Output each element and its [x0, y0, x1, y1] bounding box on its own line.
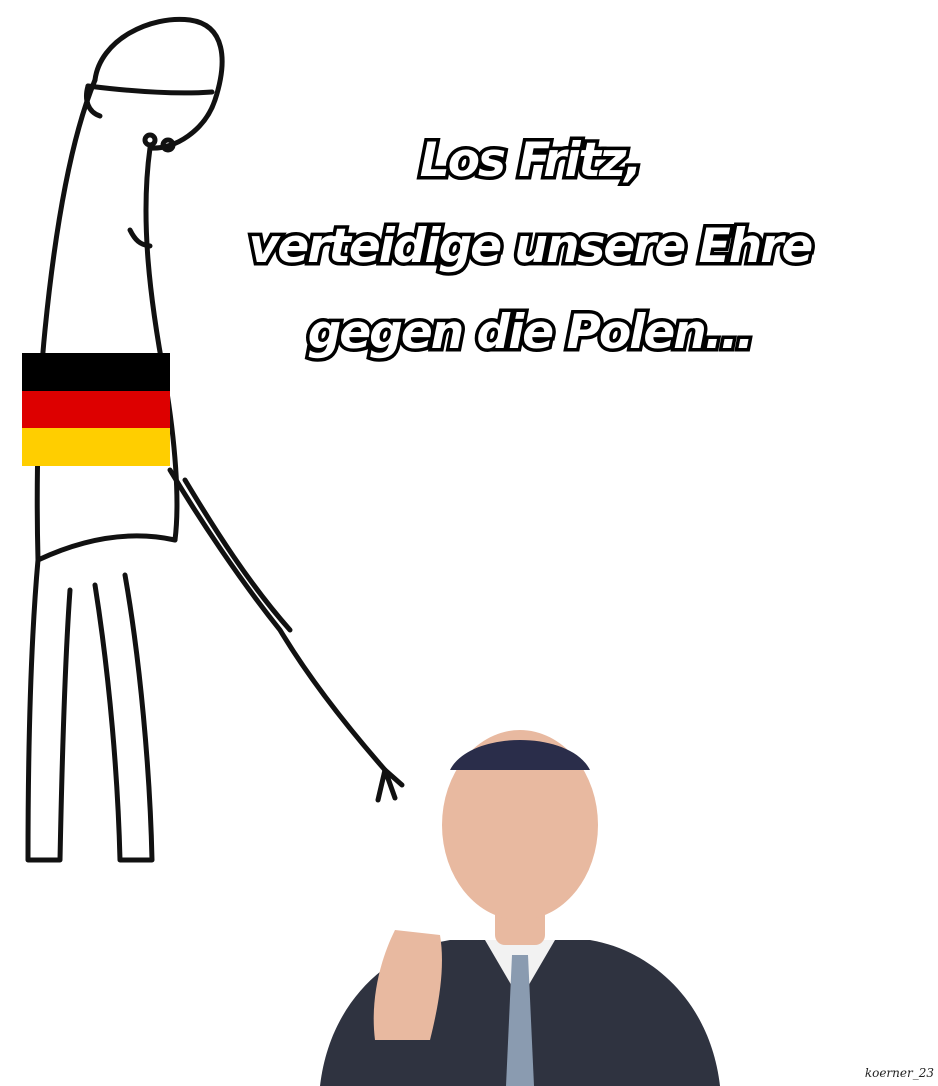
stick-figure-back: [143, 145, 180, 543]
stick-figure-left-leg: [25, 557, 73, 863]
german-flag: [22, 353, 170, 467]
stick-figure-torso: [34, 77, 98, 563]
stick-figure-arm-inner: [182, 477, 293, 633]
stick-figure-eye: [142, 132, 158, 148]
meme-canvas: Los Fritz, verteidige unsere Ehre gegen …: [0, 0, 938, 1086]
flag-stripe-gold: [22, 428, 170, 467]
caption-line: verteidige unsere Ehre: [245, 216, 817, 278]
meme-caption: Los Fritz, verteidige unsere Ehre gegen …: [180, 118, 880, 376]
stick-figure-cap: [85, 83, 215, 96]
person-silhouette: [320, 730, 720, 1086]
flag-stripe-red: [22, 390, 170, 429]
silhouette-raised-hand: [373, 930, 442, 1040]
flag-stripe-black: [22, 353, 170, 391]
stick-figure-right-leg: [92, 572, 155, 863]
caption-line: gegen die Polen...: [304, 302, 758, 364]
caption-line: Los Fritz,: [416, 130, 646, 192]
stick-figure-waist: [35, 533, 178, 563]
silhouette-skullcap: [450, 740, 590, 770]
artist-signature: koerner_23: [864, 1066, 934, 1080]
